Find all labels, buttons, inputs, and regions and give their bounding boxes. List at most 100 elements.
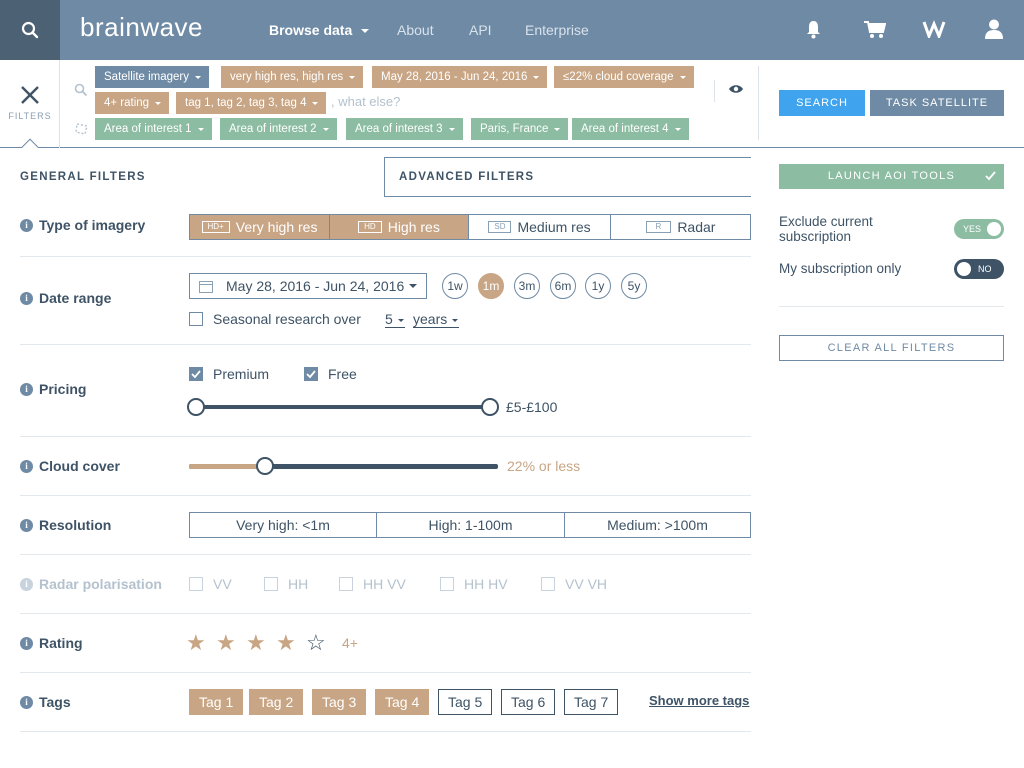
task-satellite-button[interactable]: TASK SATELLITE (870, 90, 1004, 116)
tab-advanced-filters[interactable]: ADVANCED FILTERS (399, 157, 534, 197)
search-icon (21, 21, 39, 39)
imagery-medium-res[interactable]: SD Medium res (469, 215, 611, 239)
chip-rating[interactable]: 4+ rating (95, 92, 170, 114)
chip-aoi-paris[interactable]: Paris, France (471, 118, 569, 140)
rating-value: 4+ (342, 635, 358, 651)
tag-2[interactable]: Tag 2 (249, 689, 304, 715)
exclude-subscription-toggle[interactable]: YES (954, 219, 1004, 239)
info-icon[interactable]: i (20, 577, 33, 591)
seasonal-count-dropdown[interactable]: 5 (385, 311, 405, 328)
quick-range-1m[interactable]: 1m (478, 273, 504, 299)
show-more-tags-link[interactable]: Show more tags (649, 693, 749, 708)
radar-hhhv-checkbox[interactable] (440, 577, 454, 591)
tag-6[interactable]: Tag 6 (501, 689, 556, 715)
chip-resolution[interactable]: very high res, high res (221, 66, 364, 88)
chip-aoi-4[interactable]: Area of interest 4 (572, 118, 689, 140)
quick-range-1y[interactable]: 1y (585, 273, 611, 299)
rating-row-label: i Rating (20, 635, 83, 651)
my-subscription-label: My subscription only (779, 261, 902, 276)
free-checkbox[interactable] (304, 367, 318, 381)
eye-icon[interactable] (728, 84, 744, 94)
price-slider-max-handle[interactable] (481, 398, 499, 416)
radar-vv-checkbox[interactable] (189, 577, 203, 591)
radar-hh-checkbox[interactable] (264, 577, 278, 591)
chip-aoi-1[interactable]: Area of interest 1 (95, 118, 212, 140)
row-label-text: Radar polarisation (39, 576, 162, 592)
sd-badge: SD (488, 221, 512, 233)
date-range-value: May 28, 2016 - Jun 24, 2016 (226, 278, 405, 294)
launch-aoi-tools-button[interactable]: LAUNCH AOI TOOLS (779, 164, 1004, 189)
price-slider-track[interactable] (196, 405, 490, 409)
imagery-radar[interactable]: R Radar (611, 215, 750, 239)
chip-cloud[interactable]: ≤22% cloud coverage (554, 66, 694, 88)
cloud-slider-track[interactable] (189, 464, 498, 469)
chip-date[interactable]: May 28, 2016 - Jun 24, 2016 (372, 66, 548, 88)
info-icon[interactable]: i (20, 636, 33, 650)
seasonal-checkbox[interactable] (189, 312, 203, 326)
user-icon[interactable] (985, 19, 1003, 39)
close-filters-button[interactable]: FILTERS (0, 60, 60, 148)
info-icon[interactable]: i (20, 518, 33, 532)
brand-icon[interactable] (922, 20, 946, 38)
chip-data-type[interactable]: Satellite imagery (95, 66, 210, 88)
nav-api[interactable]: API (469, 0, 492, 60)
info-icon[interactable]: i (20, 382, 33, 396)
imagery-selector: HD+ Very high res HD High res SD Medium res… (189, 214, 751, 240)
brand-logo[interactable]: brainwave (80, 12, 203, 43)
tab-general-filters[interactable]: GENERAL FILTERS (20, 157, 146, 197)
cart-icon[interactable] (864, 20, 886, 39)
radar-hhvv-checkbox[interactable] (339, 577, 353, 591)
info-icon[interactable]: i (20, 218, 33, 232)
tag-4[interactable]: Tag 4 (375, 689, 430, 715)
cloud-value: 22% or less (507, 458, 581, 474)
resolution-high[interactable]: High: 1-100m (377, 513, 565, 537)
resolution-medium[interactable]: Medium: >100m (565, 513, 750, 537)
resolution-very-high[interactable]: Very high: <1m (190, 513, 377, 537)
chip-tags[interactable]: tag 1, tag 2, tag 3, tag 4 (176, 92, 327, 114)
cloud-slider-handle[interactable] (256, 457, 275, 475)
radar-hhvv-label: HH VV (363, 576, 406, 592)
toggle-knob (987, 222, 1001, 236)
divider (20, 495, 751, 496)
info-icon[interactable]: i (20, 695, 33, 709)
imagery-very-high-res[interactable]: HD+ Very high res (190, 215, 330, 239)
quick-range-3m[interactable]: 3m (514, 273, 540, 299)
radar-vvvh-checkbox[interactable] (541, 577, 555, 591)
query-input-placeholder[interactable]: , what else? (331, 94, 400, 109)
nav-browse-data[interactable]: Browse data (269, 0, 370, 60)
star-empty-icon[interactable]: ☆ (306, 632, 326, 654)
quick-range-5y[interactable]: 5y (621, 273, 647, 299)
date-range-dropdown[interactable]: May 28, 2016 - Jun 24, 2016 (189, 273, 427, 299)
tag-5[interactable]: Tag 5 (438, 689, 493, 715)
price-range-value: £5-£100 (506, 399, 558, 415)
divider (20, 731, 751, 732)
tag-1[interactable]: Tag 1 (189, 689, 244, 715)
premium-checkbox[interactable] (189, 367, 203, 381)
tag-3[interactable]: Tag 3 (312, 689, 367, 715)
quick-range-6m[interactable]: 6m (550, 273, 576, 299)
tag-7[interactable]: Tag 7 (564, 689, 619, 715)
bell-icon[interactable] (806, 20, 821, 39)
star-filled-icon[interactable]: ★ (186, 632, 206, 654)
search-button[interactable]: SEARCH (779, 90, 865, 116)
nav-about[interactable]: About (397, 0, 434, 60)
quick-range-1w[interactable]: 1w (442, 273, 468, 299)
imagery-high-res[interactable]: HD High res (330, 215, 469, 239)
star-filled-icon[interactable]: ★ (246, 632, 266, 654)
nav-enterprise[interactable]: Enterprise (525, 0, 589, 60)
option-label: Radar (677, 219, 716, 235)
draw-aoi-icon[interactable] (74, 121, 90, 137)
star-filled-icon[interactable]: ★ (216, 632, 236, 654)
info-icon[interactable]: i (20, 459, 33, 473)
info-icon[interactable]: i (20, 291, 33, 305)
chip-aoi-2[interactable]: Area of interest 2 (220, 118, 337, 140)
search-toggle-button[interactable] (0, 0, 60, 60)
price-slider-min-handle[interactable] (187, 398, 205, 416)
star-filled-icon[interactable]: ★ (276, 632, 296, 654)
radar-hhhv-label: HH HV (464, 576, 508, 592)
seasonal-unit-dropdown[interactable]: years (413, 311, 460, 328)
chip-aoi-3[interactable]: Area of interest 3 (346, 118, 463, 140)
row-label-text: Cloud cover (39, 458, 120, 474)
my-subscription-toggle[interactable]: NO (954, 259, 1004, 279)
clear-all-filters-button[interactable]: CLEAR ALL FILTERS (779, 335, 1004, 361)
